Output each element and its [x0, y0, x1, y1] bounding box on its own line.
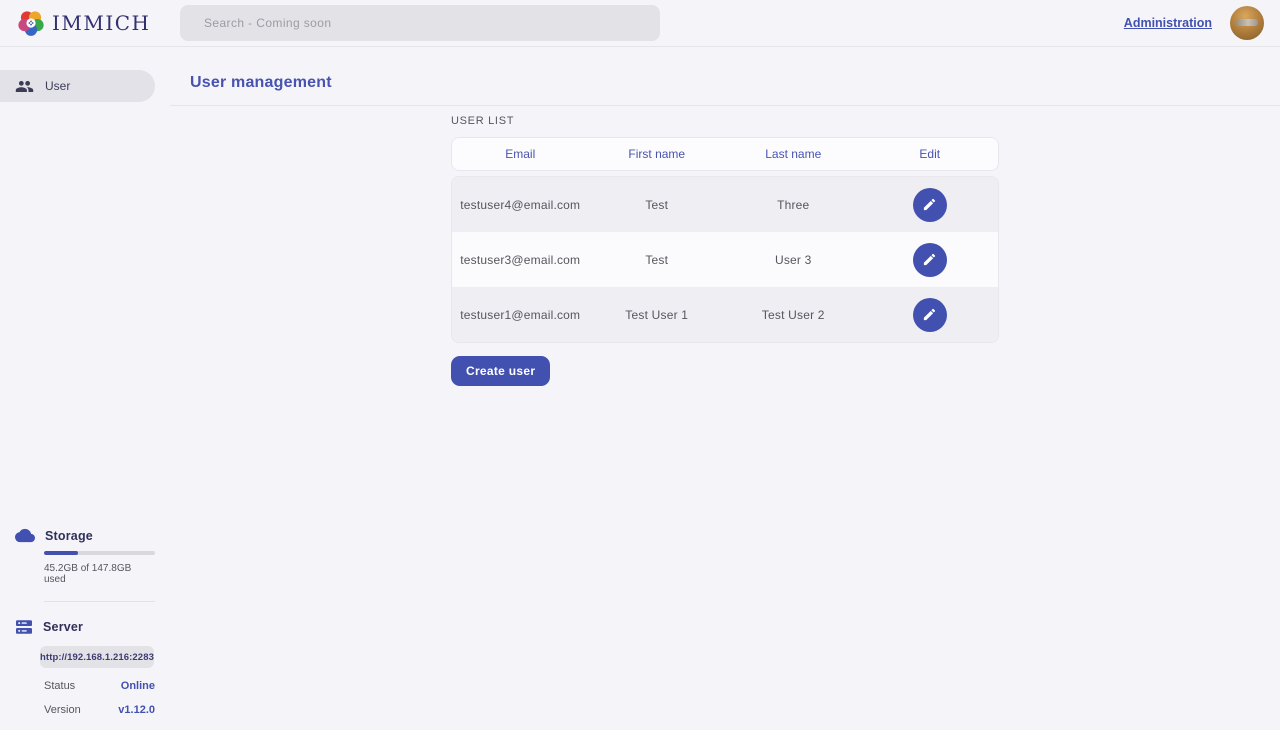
page-title-bar: User management: [170, 47, 1280, 106]
sidebar-divider: [44, 601, 155, 602]
storage-usage-text: 45.2GB of 147.8GB used: [44, 563, 155, 585]
sidebar-item-label: User: [45, 79, 70, 93]
server-version-row: Version v1.12.0: [44, 704, 155, 716]
table-row: testuser3@email.com Test User 3: [452, 232, 998, 287]
cell-last-name: User 3: [725, 253, 862, 267]
server-status-value: Online: [121, 680, 155, 692]
user-table-body: testuser4@email.com Test Three testuser3…: [451, 176, 999, 343]
server-version-value: v1.12.0: [118, 704, 155, 716]
user-list-label: USER LIST: [451, 115, 999, 127]
server-version-label: Version: [44, 704, 81, 716]
column-header-email: Email: [452, 147, 589, 161]
column-header-edit: Edit: [862, 147, 999, 161]
storage-title: Storage: [45, 529, 93, 543]
edit-user-button[interactable]: [913, 243, 947, 277]
cell-last-name: Test User 2: [725, 308, 862, 322]
sidebar: User Storage 45.2GB of 147.8GB used: [0, 47, 170, 730]
create-user-button[interactable]: Create user: [451, 356, 550, 386]
top-bar: IMMICH Administration: [0, 0, 1280, 47]
server-url-badge: http://192.168.1.216:2283: [40, 646, 154, 668]
cell-email: testuser3@email.com: [452, 253, 589, 267]
user-table-header: Email First name Last name Edit: [451, 137, 999, 171]
pencil-icon: [922, 197, 937, 212]
server-icon: [15, 618, 33, 636]
pencil-icon: [922, 252, 937, 267]
edit-user-button[interactable]: [913, 188, 947, 222]
page-title: User management: [190, 74, 332, 92]
administration-link[interactable]: Administration: [1124, 16, 1212, 30]
app-name: IMMICH: [52, 11, 151, 35]
app-logo: IMMICH: [0, 10, 180, 36]
cell-last-name: Three: [725, 198, 862, 212]
cell-first-name: Test: [589, 198, 726, 212]
cloud-icon: [15, 528, 35, 543]
pencil-icon: [922, 307, 937, 322]
cell-email: testuser1@email.com: [452, 308, 589, 322]
server-section: Server http://192.168.1.216:2283 Status …: [0, 618, 170, 716]
table-row: testuser1@email.com Test User 1 Test Use…: [452, 287, 998, 342]
cell-first-name: Test User 1: [589, 308, 726, 322]
storage-progress-fill: [44, 551, 78, 555]
server-status-label: Status: [44, 680, 75, 692]
cell-first-name: Test: [589, 253, 726, 267]
users-icon: [15, 77, 34, 96]
column-header-first-name: First name: [589, 147, 726, 161]
storage-progress-bar: [44, 551, 155, 555]
edit-user-button[interactable]: [913, 298, 947, 332]
server-status-row: Status Online: [44, 680, 155, 692]
user-avatar[interactable]: [1230, 6, 1264, 40]
column-header-last-name: Last name: [725, 147, 862, 161]
cell-email: testuser4@email.com: [452, 198, 589, 212]
table-row: testuser4@email.com Test Three: [452, 177, 998, 232]
sidebar-item-user[interactable]: User: [0, 70, 155, 102]
main-content: User management USER LIST Email First na…: [170, 47, 1280, 730]
search-input[interactable]: [180, 5, 660, 41]
immich-flower-icon: [18, 10, 44, 36]
storage-section: Storage 45.2GB of 147.8GB used: [0, 528, 170, 585]
server-title: Server: [43, 620, 83, 634]
